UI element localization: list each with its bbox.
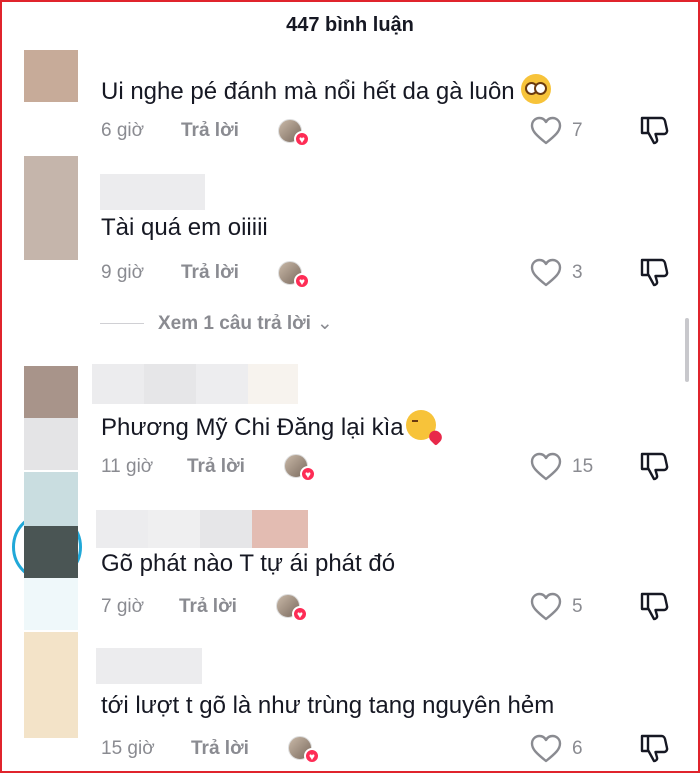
dislike-button[interactable] [638,114,670,151]
username-redacted [96,648,202,684]
flushed-face-emoji [520,74,551,104]
like-count: 6 [572,738,583,759]
comment-text: Ui nghe pé đánh mà nổi hết da gà luôn [101,74,551,106]
dislike-button[interactable] [638,732,670,769]
like-button[interactable]: 6 [530,734,583,764]
creator-liked-badge: ♥ [288,734,320,764]
dislike-button[interactable] [638,590,670,627]
like-button[interactable]: 3 [530,258,583,288]
comment-meta: 15 giờ Trả lời [101,738,249,760]
heart-icon: ♥ [292,606,308,622]
like-count: 5 [572,596,583,617]
avatar-redacted [24,418,78,470]
avatar[interactable] [24,632,78,738]
avatar[interactable] [24,366,78,418]
avatar[interactable] [24,50,78,102]
comment-time: 7 giờ [101,596,145,617]
comment-time: 11 giờ [101,456,154,477]
reply-button[interactable]: Trả lời [179,596,237,618]
like-button[interactable]: 5 [530,592,583,622]
chevron-down-icon: ⌄ [316,313,333,334]
comment-text: Tài quá em oiiiii [101,214,268,241]
heart-outline-icon [530,452,562,481]
reply-button[interactable]: Trả lời [181,120,239,142]
heart-outline-icon [530,258,562,287]
comment-text: Gõ phát nào T tự ái phát đó [101,550,396,577]
divider [100,323,144,324]
heart-outline-icon [530,734,562,763]
heart-icon: ♥ [294,273,310,289]
comment-time: 9 giờ [101,262,145,283]
comment-meta: 7 giờ Trả lời [101,596,237,618]
scrollbar[interactable] [685,318,689,382]
avatar[interactable] [24,156,78,260]
thumbs-down-icon [640,116,669,145]
comment-meta: 6 giờ Trả lời [101,120,239,142]
thumbs-down-icon [640,452,669,481]
view-replies-button[interactable]: Xem 1 câu trả lời ⌄ [100,312,333,335]
comment-text: tới lượt t gõ là như trùng tang nguyên h… [101,692,555,719]
like-count: 15 [572,456,594,477]
username-redacted [96,510,308,548]
view-replies-label: Xem 1 câu trả lời [158,312,311,334]
thumbs-down-icon [640,592,669,621]
dislike-button[interactable] [638,256,670,293]
like-count: 7 [572,120,583,141]
comment-time: 6 giờ [101,120,145,141]
creator-liked-badge: ♥ [278,117,310,147]
avatar-redacted [24,578,78,630]
comments-count-title: 447 bình luận [286,14,414,36]
comment-text: Phương Mỹ Chi Đăng lại kìa [101,410,436,442]
heart-icon: ♥ [304,748,320,764]
avatar-redacted [24,472,78,526]
heart-outline-icon [530,592,562,621]
reply-button[interactable]: Trả lời [191,738,249,760]
like-button[interactable]: 15 [530,452,593,482]
creator-liked-badge: ♥ [284,452,316,482]
dislike-button[interactable] [638,450,670,487]
creator-liked-badge: ♥ [278,259,310,289]
reply-button[interactable]: Trả lời [181,262,239,284]
heart-icon: ♥ [300,466,316,482]
comment-meta: 11 giờ Trả lời [101,456,245,478]
creator-liked-badge: ♥ [276,592,308,622]
kissing-face-emoji [405,410,436,440]
thumbs-down-icon [640,258,669,287]
reply-button[interactable]: Trả lời [187,456,245,478]
comment-time: 15 giờ [101,738,155,759]
avatar[interactable] [24,526,78,578]
like-count: 3 [572,262,583,283]
heart-icon: ♥ [294,131,310,147]
heart-outline-icon [530,116,562,145]
like-button[interactable]: 7 [530,116,583,146]
username-redacted [100,174,205,210]
username-redacted [92,364,298,404]
thumbs-down-icon [640,734,669,763]
comment-meta: 9 giờ Trả lời [101,262,239,284]
